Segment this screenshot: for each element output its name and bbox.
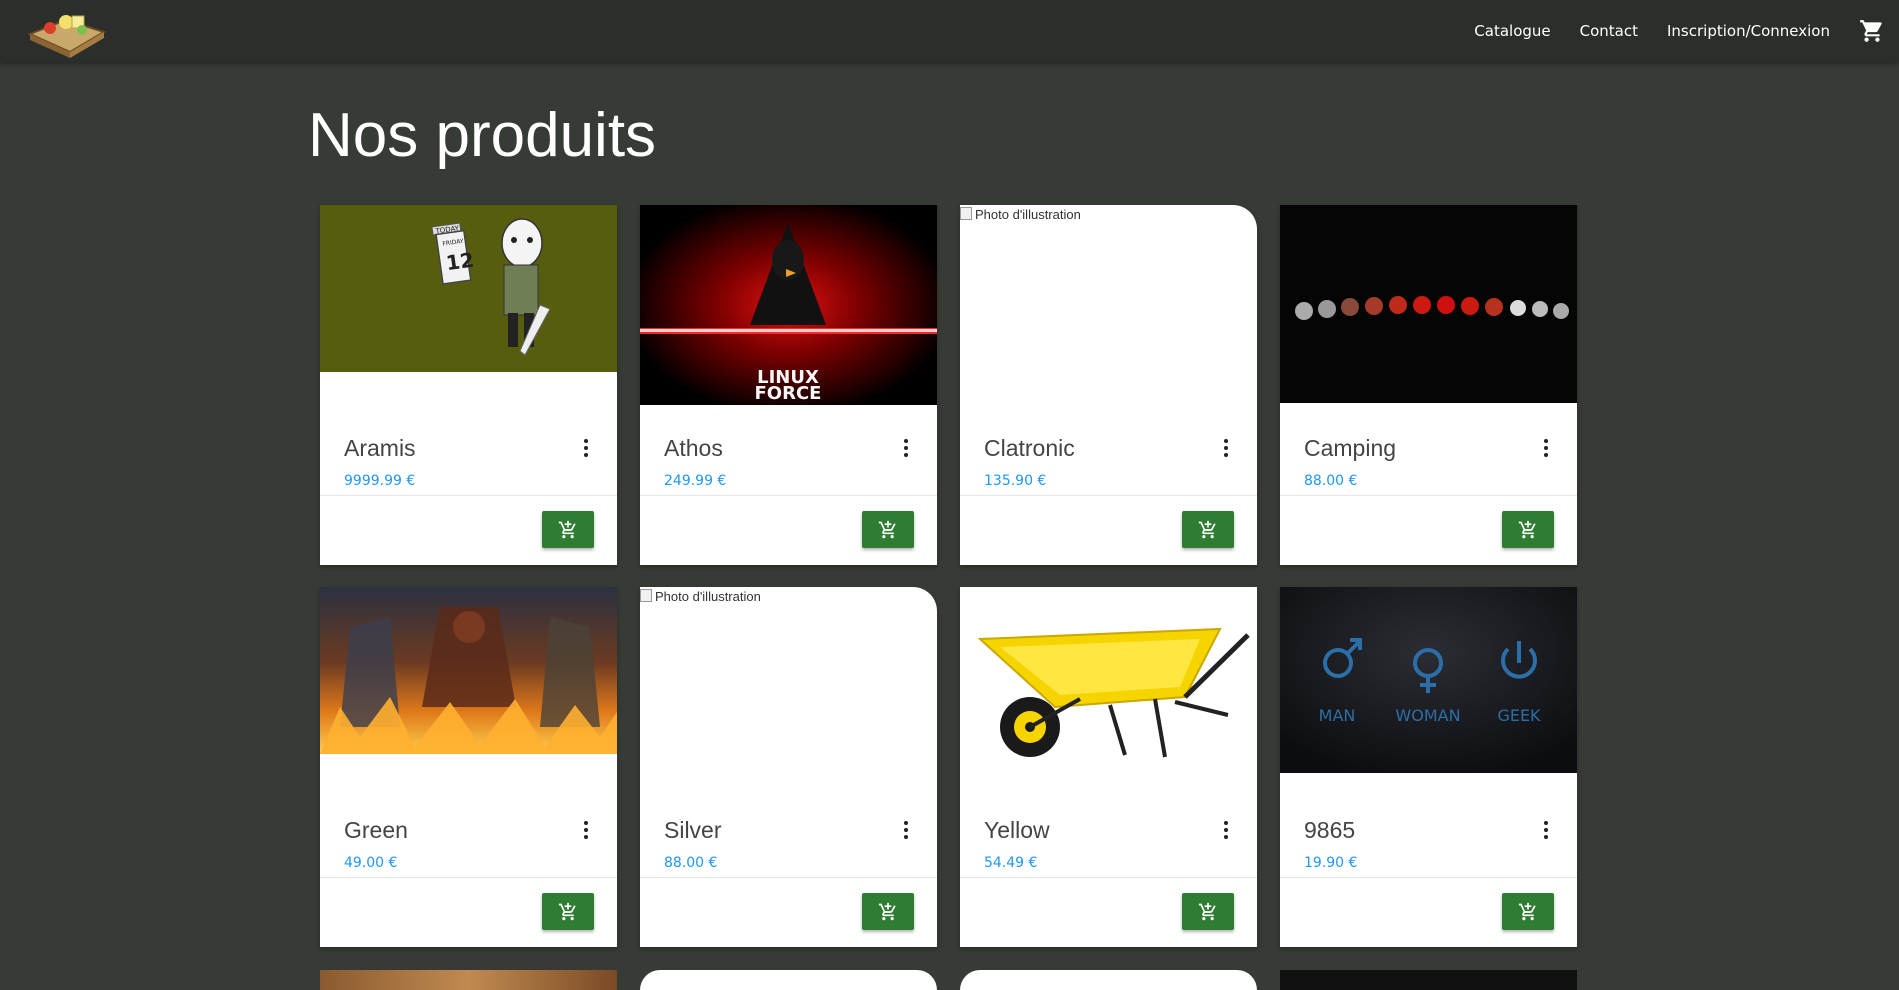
nav-links: Catalogue Contact Inscription/Connexion	[1474, 0, 1899, 62]
product-grid: TODAY FRIDAY 12 Aramis 9999.99 € LINUX F…	[320, 205, 1577, 947]
add-to-cart-button[interactable]	[862, 511, 914, 548]
product-card: Photo d'illustration Clatronic 135.90 €	[960, 205, 1257, 565]
more-vert-icon[interactable]	[1534, 818, 1558, 842]
product-price: 54.49 €	[984, 855, 1038, 871]
card-divider	[320, 877, 617, 878]
image-alt-text: Photo d'illustration	[960, 207, 1081, 222]
geek-label-man: MAN	[1319, 706, 1356, 725]
product-price: 19.90 €	[1304, 855, 1358, 871]
more-vert-icon[interactable]	[574, 818, 598, 842]
product-card-peek	[320, 970, 617, 990]
add-shopping-cart-icon	[558, 520, 576, 538]
product-price: 49.00 €	[344, 855, 398, 871]
add-to-cart-button[interactable]	[1502, 511, 1554, 548]
product-image[interactable]	[320, 587, 617, 754]
nav-link-catalogue[interactable]: Catalogue	[1474, 22, 1550, 40]
add-to-cart-button[interactable]	[1502, 893, 1554, 930]
product-card: Yellow 54.49 €	[960, 587, 1257, 947]
image-alt-text: Photo d'illustration	[640, 589, 761, 604]
card-divider	[320, 495, 617, 496]
card-divider	[960, 877, 1257, 878]
product-price: 88.00 €	[664, 855, 718, 871]
nav-link-login[interactable]: Inscription/Connexion	[1667, 22, 1830, 40]
shopping-cart-icon[interactable]	[1859, 18, 1885, 44]
more-vert-icon[interactable]	[894, 436, 918, 460]
product-image[interactable]: MAN WOMAN GEEK	[1280, 587, 1577, 773]
more-vert-icon[interactable]	[894, 818, 918, 842]
product-card: Camping 88.00 €	[1280, 205, 1577, 565]
navbar: Catalogue Contact Inscription/Connexion	[0, 0, 1899, 62]
product-image[interactable]: TODAY FRIDAY 12	[320, 205, 617, 372]
geek-label-geek: GEEK	[1497, 706, 1541, 725]
product-image[interactable]: Photo d'illustration	[640, 587, 937, 787]
product-price: 88.00 €	[1304, 473, 1358, 489]
product-price: 9999.99 €	[344, 473, 416, 489]
product-card: Photo d'illustration Silver 88.00 €	[640, 587, 937, 947]
geek-label-woman: WOMAN	[1395, 706, 1460, 725]
add-to-cart-button[interactable]	[862, 893, 914, 930]
product-price: 135.90 €	[984, 473, 1047, 489]
product-card: MAN WOMAN GEEK 9865 19.90 €	[1280, 587, 1577, 947]
add-to-cart-button[interactable]	[1182, 893, 1234, 930]
product-card: LINUX FORCE Athos 249.99 €	[640, 205, 937, 565]
more-vert-icon[interactable]	[1534, 436, 1558, 460]
linux-logo-line2: FORCE	[755, 383, 822, 404]
add-shopping-cart-icon	[878, 902, 896, 920]
add-to-cart-button[interactable]	[1182, 511, 1234, 548]
add-to-cart-button[interactable]	[542, 893, 594, 930]
add-shopping-cart-icon	[878, 520, 896, 538]
card-divider	[640, 495, 937, 496]
product-image[interactable]	[1280, 205, 1577, 403]
more-vert-icon[interactable]	[1214, 436, 1238, 460]
page-title: Nos produits	[308, 101, 657, 170]
product-image[interactable]	[960, 587, 1257, 787]
nav-link-contact[interactable]: Contact	[1580, 22, 1638, 40]
product-card-peek	[1280, 970, 1577, 990]
more-vert-icon[interactable]	[1214, 818, 1238, 842]
product-image[interactable]: LINUX FORCE	[640, 205, 937, 405]
card-divider	[640, 877, 937, 878]
product-name[interactable]: Aramis	[344, 435, 416, 462]
product-name[interactable]: Camping	[1304, 435, 1396, 462]
add-to-cart-button[interactable]	[542, 511, 594, 548]
product-card-peek	[960, 970, 1257, 990]
product-card-peek	[640, 970, 937, 990]
card-divider	[1280, 495, 1577, 496]
product-name[interactable]: Green	[344, 817, 408, 844]
product-name[interactable]: Athos	[664, 435, 723, 462]
product-name[interactable]: 9865	[1304, 817, 1355, 844]
product-price: 249.99 €	[664, 473, 727, 489]
product-name[interactable]: Clatronic	[984, 435, 1075, 462]
calendar-number-text: 12	[445, 248, 476, 276]
add-shopping-cart-icon	[558, 902, 576, 920]
product-name[interactable]: Yellow	[984, 817, 1050, 844]
add-shopping-cart-icon	[1518, 520, 1536, 538]
product-image[interactable]: Photo d'illustration	[960, 205, 1257, 405]
product-card: Green 49.00 €	[320, 587, 617, 947]
card-divider	[960, 495, 1257, 496]
add-shopping-cart-icon	[1198, 902, 1216, 920]
product-card: TODAY FRIDAY 12 Aramis 9999.99 €	[320, 205, 617, 565]
logo-icon[interactable]	[26, 4, 106, 60]
product-name[interactable]: Silver	[664, 817, 722, 844]
more-vert-icon[interactable]	[574, 436, 598, 460]
add-shopping-cart-icon	[1198, 520, 1216, 538]
card-divider	[1280, 877, 1577, 878]
add-shopping-cart-icon	[1518, 902, 1536, 920]
